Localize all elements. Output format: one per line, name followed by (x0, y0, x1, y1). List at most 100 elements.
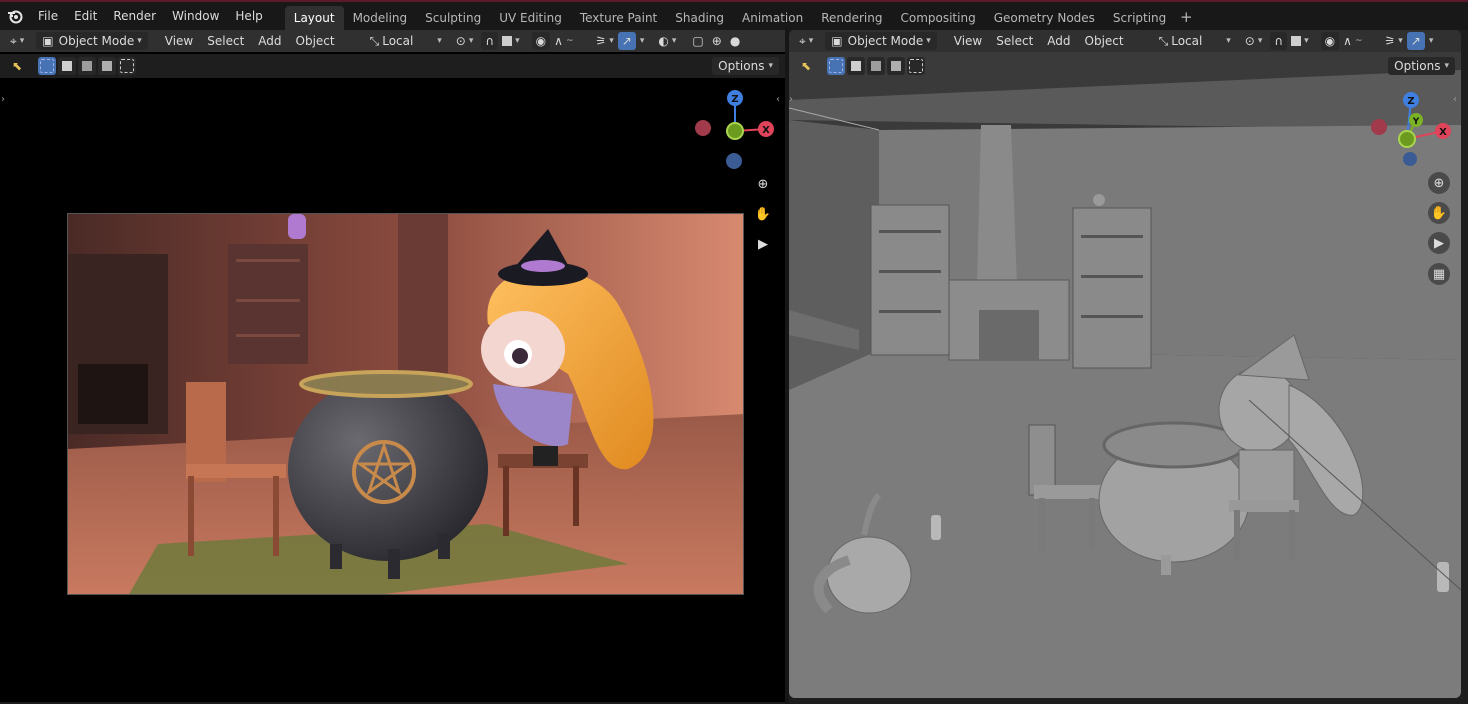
active-tool-button[interactable]: ⬉ (8, 57, 26, 75)
tool-header-right: ⬉ Options ▾ (789, 54, 1461, 78)
solid-sphere-icon: ● (729, 34, 741, 48)
tab-shading[interactable]: Shading (666, 6, 733, 30)
select-new-button[interactable] (827, 57, 846, 75)
toolbar-expand-icon[interactable]: › (789, 94, 793, 105)
camera-view-icon[interactable]: ▶ (1428, 232, 1450, 254)
select-invert-button[interactable] (887, 57, 906, 75)
gizmo-toggle[interactable]: ↗ (617, 32, 636, 50)
shading-wireframe[interactable]: ⊕ (708, 32, 726, 50)
gizmo-dropdown[interactable]: ▾ (1425, 32, 1438, 50)
proportional-edit-toggle[interactable]: ◉ (531, 32, 551, 50)
overlays-toggle[interactable]: ◐ ▾ (654, 32, 680, 50)
gizmo-toggle[interactable]: ↗ (1406, 32, 1425, 50)
xray-icon: ▢ (692, 34, 704, 48)
select-subtract-button[interactable] (78, 57, 97, 75)
object-mode-label: Object Mode (847, 34, 924, 48)
menu-render[interactable]: Render (105, 5, 164, 27)
falloff-button[interactable]: ∧ ~ (1339, 32, 1366, 50)
chevron-down-icon: ▾ (1304, 36, 1309, 46)
options-dropdown[interactable]: Options ▾ (712, 57, 779, 75)
gizmo-dropdown[interactable]: ▾ (636, 32, 649, 50)
falloff-button[interactable]: ∧ ~ (550, 32, 577, 50)
object-menu[interactable]: Object (289, 34, 342, 48)
editor-type-button[interactable]: ⌖ ▾ (6, 32, 28, 50)
select-subtract-button[interactable] (867, 57, 886, 75)
view-menu[interactable]: View (947, 34, 989, 48)
camera-view-icon[interactable]: ▶ (752, 233, 774, 255)
select-invert-button[interactable] (98, 57, 117, 75)
chevron-down-icon: ~ (1354, 36, 1363, 46)
camera-render-frame (67, 213, 744, 595)
snap-square-icon (1291, 36, 1302, 46)
snap-target-button[interactable]: ▾ (498, 32, 524, 50)
active-tool-button[interactable]: ⬉ (797, 57, 815, 75)
chevron-down-icon: ▾ (515, 36, 520, 46)
pivot-icon: ⊙ (1244, 34, 1255, 48)
transform-orientation-dropdown[interactable]: ⤡ Local ▾ (1155, 32, 1235, 50)
select-menu[interactable]: Select (989, 34, 1040, 48)
add-menu[interactable]: Add (251, 34, 288, 48)
object-mode-dropdown[interactable]: ▣ Object Mode ▾ (825, 32, 937, 50)
blender-logo-icon[interactable] (0, 2, 30, 30)
tab-rendering[interactable]: Rendering (812, 6, 891, 30)
editor-type-button[interactable]: ⌖ ▾ (795, 32, 817, 50)
select-menu[interactable]: Select (200, 34, 251, 48)
options-label: Options (1394, 59, 1441, 73)
pan-hand-icon[interactable]: ✋ (1428, 202, 1450, 224)
tab-texture-paint[interactable]: Texture Paint (571, 6, 666, 30)
pivot-point-button[interactable]: ⊙ ▾ (452, 32, 478, 50)
menu-help[interactable]: Help (227, 5, 270, 27)
viewport-left[interactable]: ⌖ ▾ ▣ Object Mode ▾ View Select Add Object… (0, 30, 785, 702)
tab-sculpting[interactable]: Sculpting (416, 6, 490, 30)
menu-window[interactable]: Window (164, 5, 227, 27)
snap-toggle[interactable]: ∩ (1270, 32, 1288, 50)
select-extend-button[interactable] (847, 57, 866, 75)
tab-uv-editing[interactable]: UV Editing (490, 6, 571, 30)
view-menu[interactable]: View (158, 34, 200, 48)
menu-file[interactable]: File (30, 5, 66, 27)
options-dropdown[interactable]: Options ▾ (1388, 57, 1455, 75)
zoom-icon[interactable]: ⊕ (1428, 172, 1450, 194)
navigation-gizmo[interactable]: Z Y X (1367, 88, 1457, 172)
tab-animation[interactable]: Animation (733, 6, 812, 30)
transform-orientation-dropdown[interactable]: ⤡ Local ▾ (366, 32, 446, 50)
viewport-right[interactable]: ⌖ ▾ ▣ Object Mode ▾ View Select Add Object… (789, 30, 1461, 698)
proportional-icon: ◉ (535, 34, 547, 48)
tab-layout[interactable]: Layout (284, 6, 344, 30)
gizmo-icon: ↗ (621, 34, 632, 48)
snap-target-button[interactable]: ▾ (1287, 32, 1313, 50)
object-mode-icon: ▣ (831, 34, 843, 48)
orientation-icon: ⤡ (369, 33, 380, 48)
pivot-icon: ⊙ (455, 34, 466, 48)
navigation-gizmo[interactable]: Z X (690, 86, 780, 170)
select-intersect-button[interactable] (118, 57, 137, 75)
snap-toggle[interactable]: ∩ (481, 32, 499, 50)
object-menu[interactable]: Object (1078, 34, 1131, 48)
pan-hand-icon[interactable]: ✋ (752, 203, 774, 225)
proportional-edit-toggle[interactable]: ◉ (1320, 32, 1340, 50)
perspective-grid-icon[interactable]: ▦ (1428, 263, 1450, 285)
magnet-icon: ∩ (1274, 34, 1284, 48)
chevron-down-icon: ▾ (808, 36, 814, 46)
orientation-label: Local (1171, 34, 1203, 48)
tab-modeling[interactable]: Modeling (344, 6, 417, 30)
select-intersect-button[interactable] (907, 57, 926, 75)
shading-solid[interactable]: ● (726, 32, 744, 50)
menu-edit[interactable]: Edit (66, 5, 105, 27)
tab-geometry-nodes[interactable]: Geometry Nodes (985, 6, 1104, 30)
pivot-point-button[interactable]: ⊙ ▾ (1241, 32, 1267, 50)
add-workspace-button[interactable]: + (1175, 6, 1197, 30)
options-label: Options (718, 59, 765, 73)
top-bar: File Edit Render Window Help Layout Mode… (0, 0, 1468, 30)
visibility-button[interactable]: ⚞ ▾ (592, 32, 618, 50)
tab-scripting[interactable]: Scripting (1104, 6, 1175, 30)
object-mode-dropdown[interactable]: ▣ Object Mode ▾ (36, 32, 148, 50)
visibility-button[interactable]: ⚞ ▾ (1381, 32, 1407, 50)
zoom-icon[interactable]: ⊕ (752, 173, 774, 195)
toolbar-expand-icon[interactable]: › (1, 94, 5, 105)
add-menu[interactable]: Add (1040, 34, 1077, 48)
select-extend-button[interactable] (58, 57, 77, 75)
select-new-button[interactable] (38, 57, 57, 75)
tab-compositing[interactable]: Compositing (891, 6, 984, 30)
xray-toggle[interactable]: ▢ (688, 32, 707, 50)
